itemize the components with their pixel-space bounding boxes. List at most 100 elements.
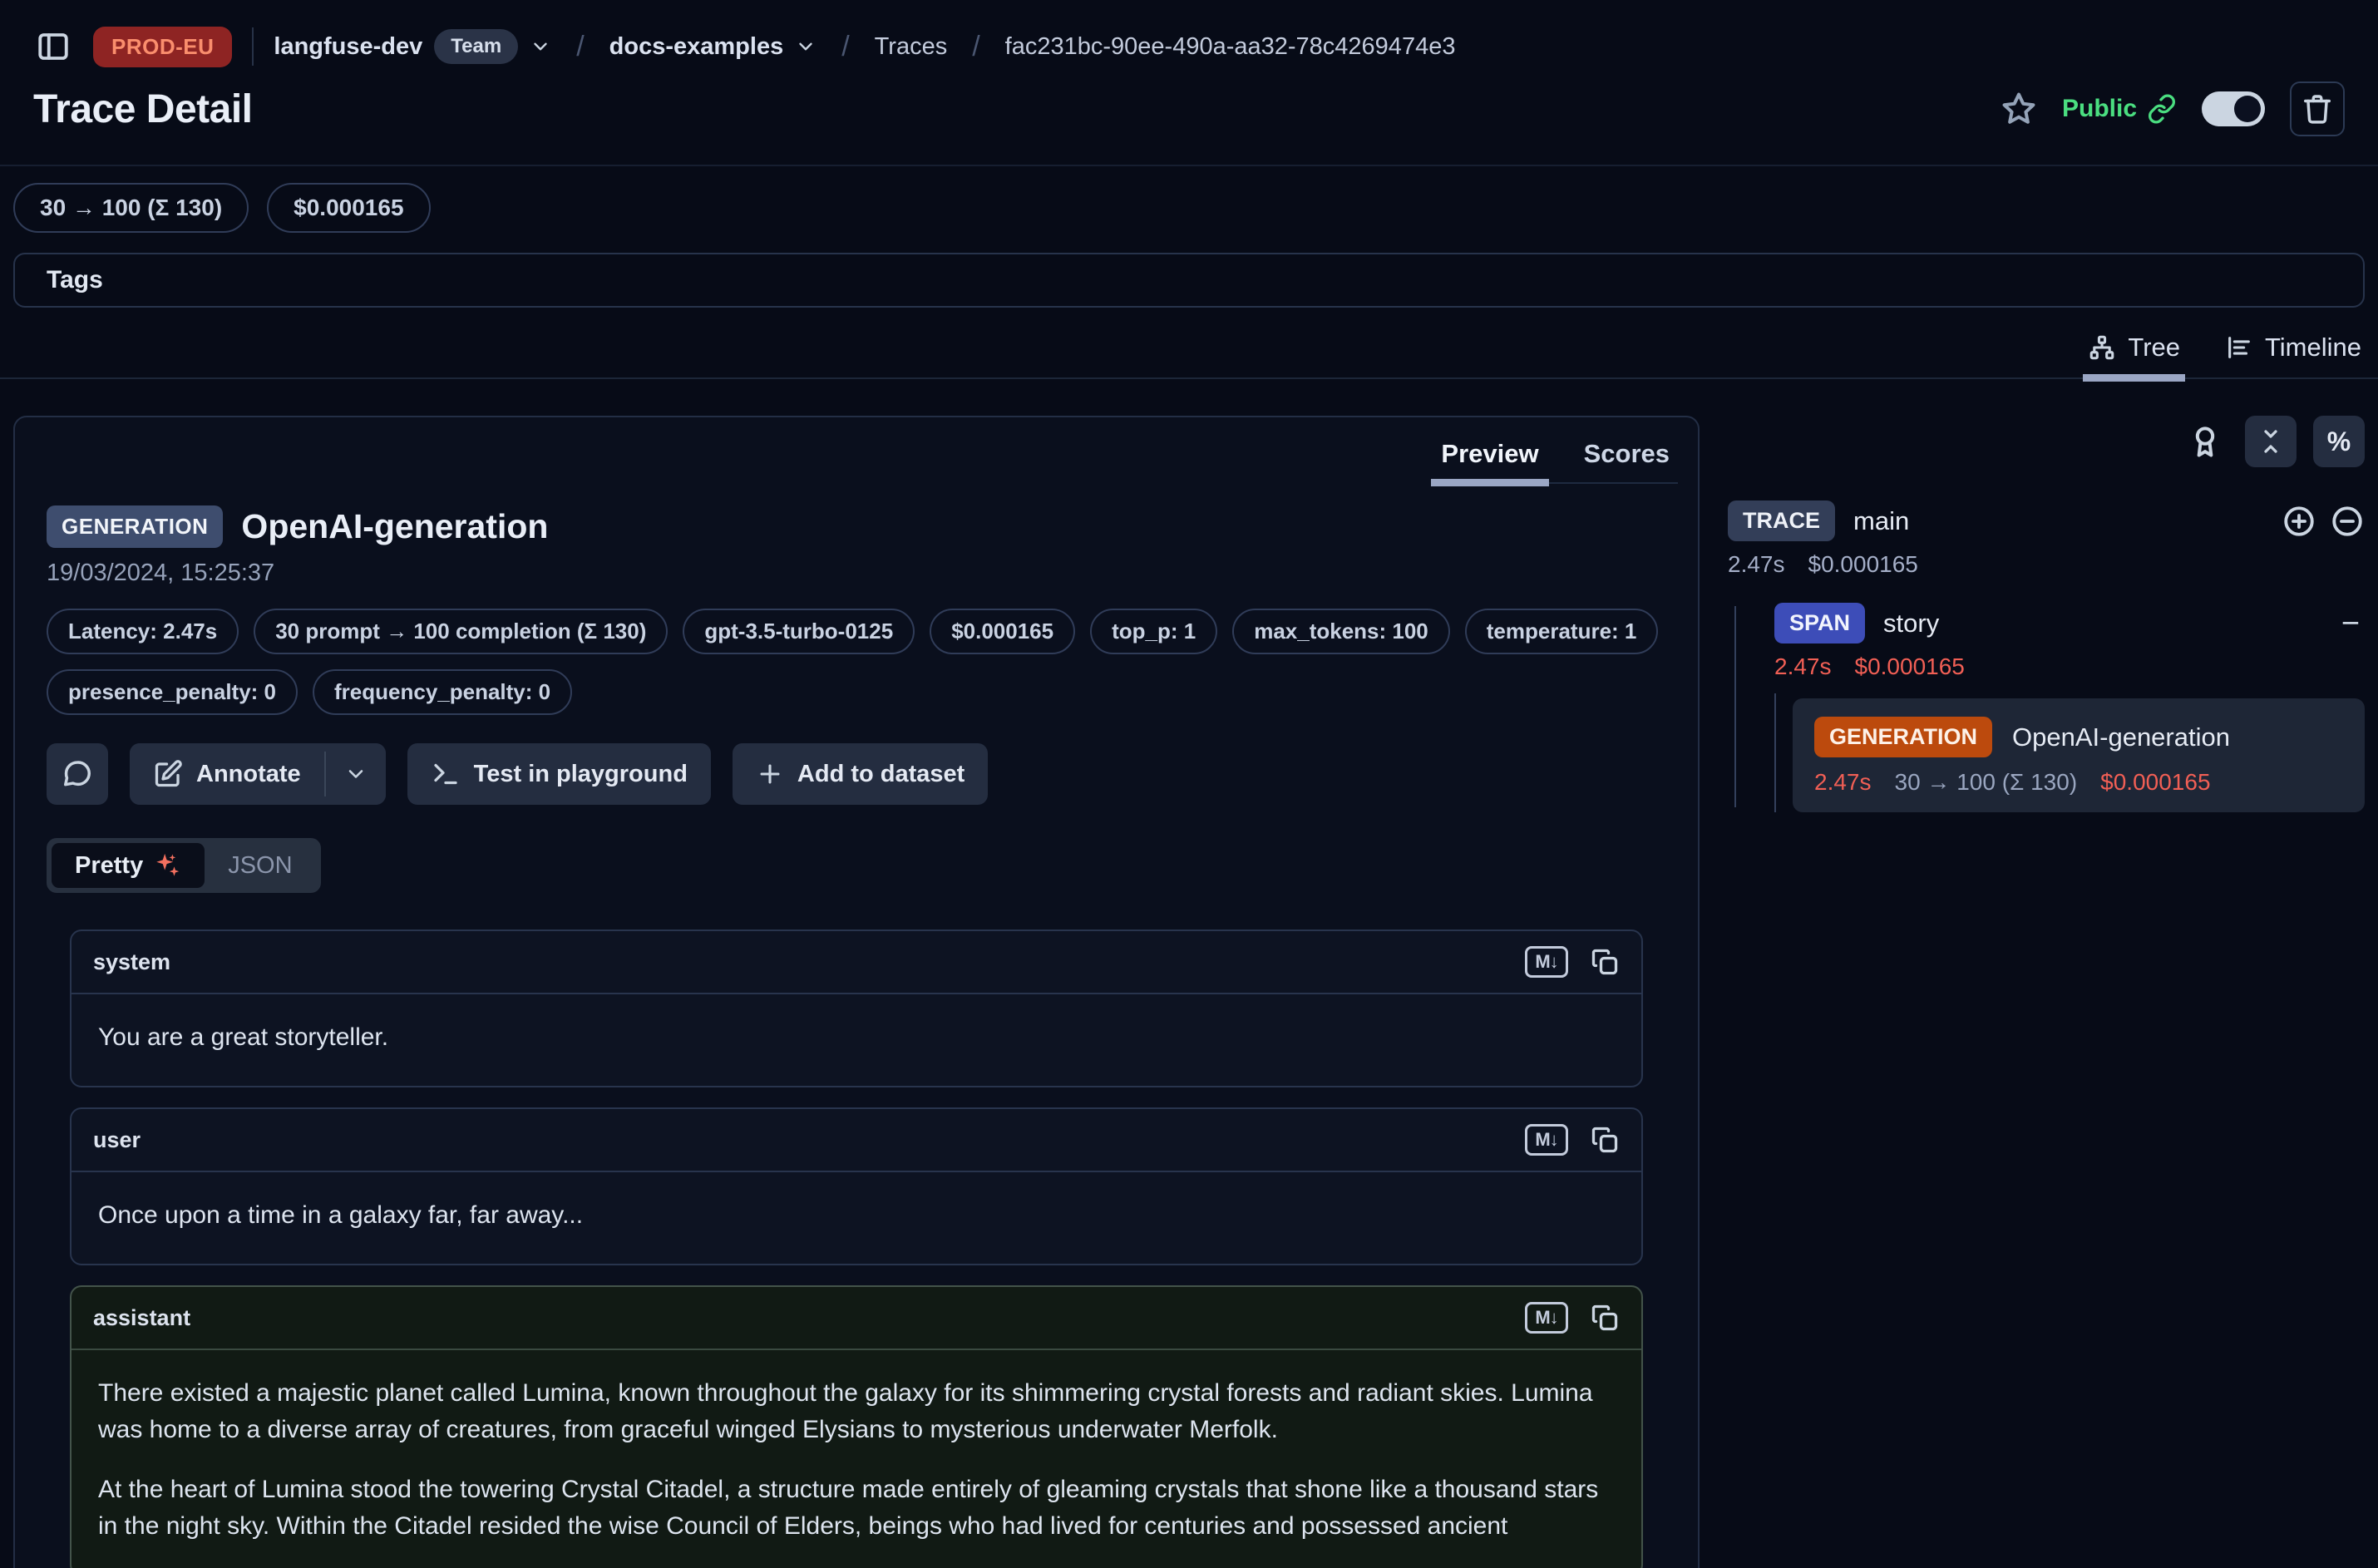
breadcrumb-separator: / [571, 31, 589, 63]
page-header: Trace Detail Public [0, 68, 2378, 166]
breadcrumb-trace-id: fac231bc-90ee-490a-aa32-78c4269474e3 [1005, 33, 1456, 61]
sidebar-toggle-button[interactable] [33, 27, 73, 67]
breadcrumb-separator: / [967, 31, 984, 63]
view-tabs: Tree Timeline [0, 308, 2378, 379]
tree-guide-line [1774, 693, 1776, 812]
top-p-badge: top_p: 1 [1090, 609, 1217, 654]
fold-vertical-icon [2256, 427, 2286, 456]
zoom-out-button[interactable] [2330, 504, 2365, 539]
link-icon [2147, 94, 2177, 124]
trace-tree-panel: % TRACE main 2.4 [1728, 416, 2365, 812]
generation-metrics: 2.47s 30 → 100 (Σ 130) $0.000165 [1814, 769, 2343, 796]
trace-summary: 30 → 100 (Σ 130) $0.000165 [0, 166, 2378, 233]
frequency-penalty-badge: frequency_penalty: 0 [313, 669, 572, 715]
annotate-button[interactable]: Annotate [130, 743, 324, 805]
chevron-down-icon[interactable] [530, 36, 551, 57]
copy-icon [1590, 1303, 1620, 1333]
observation-type-badge: GENERATION [47, 505, 223, 548]
observation-actions: Annotate Test in playground [47, 743, 1666, 805]
tab-timeline[interactable]: Timeline [2225, 333, 2361, 377]
chevron-down-icon[interactable] [795, 36, 817, 57]
tree-guide-line [1734, 606, 1736, 807]
annotate-split-button: Annotate [130, 743, 386, 805]
divider [252, 27, 254, 66]
message-user: user M↓ Once upon a time in a galaxy [70, 1107, 1643, 1265]
public-toggle[interactable] [2202, 91, 2265, 126]
tab-preview[interactable]: Preview [1438, 432, 1542, 482]
token-usage-badge: 30 prompt → 100 completion (Σ 130) [254, 609, 668, 654]
bookmark-star-button[interactable] [2001, 91, 2037, 127]
observation-timestamp: 19/03/2024, 15:25:37 [47, 560, 1666, 587]
page-title: Trace Detail [33, 86, 252, 132]
plus-circle-icon [2282, 504, 2316, 539]
message-content: You are a great storyteller. [98, 1019, 1615, 1056]
panel-tabs: Preview Scores [1433, 432, 1678, 484]
message-role-label: system [93, 949, 170, 975]
trash-icon [2302, 93, 2333, 125]
tree-node-trace[interactable]: TRACE main [1728, 500, 2365, 541]
span-name: story [1883, 609, 1939, 639]
format-toggle: Pretty JSON [47, 838, 321, 893]
copy-icon [1590, 947, 1620, 977]
copy-button[interactable] [1590, 1125, 1620, 1155]
temperature-badge: temperature: 1 [1465, 609, 1659, 654]
token-usage-badge: 30 → 100 (Σ 130) [13, 183, 249, 233]
copy-button[interactable] [1590, 1303, 1620, 1333]
scores-ribbon-button[interactable] [2187, 423, 2223, 460]
plus-icon [756, 760, 784, 788]
message-system: system M↓ You are a great storyteller [70, 929, 1643, 1087]
tab-scores[interactable]: Scores [1581, 432, 1673, 482]
test-in-playground-button[interactable]: Test in playground [407, 743, 711, 805]
trace-metrics: 2.47s $0.000165 [1728, 551, 2365, 578]
tags-container[interactable]: Tags [13, 253, 2365, 308]
annotate-edit-icon [153, 759, 183, 789]
tree-node-generation-selected[interactable]: GENERATION OpenAI-generation 2.47s 30 → … [1793, 698, 2365, 812]
message-assistant: assistant M↓ There exist [70, 1285, 1643, 1568]
zoom-in-button[interactable] [2282, 504, 2316, 539]
breadcrumb-separator: / [836, 31, 854, 63]
tags-label: Tags [47, 266, 103, 293]
model-badge: gpt-3.5-turbo-0125 [683, 609, 915, 654]
copy-button[interactable] [1590, 947, 1620, 977]
breadcrumb-traces-link[interactable]: Traces [875, 33, 948, 61]
panel-left-icon [36, 29, 71, 64]
public-share-link[interactable]: Public [2062, 94, 2177, 124]
breadcrumb-project[interactable]: docs-examples [609, 33, 817, 61]
breadcrumb-org[interactable]: langfuse-dev Team [274, 29, 551, 64]
toggle-knob [2234, 96, 2261, 122]
breadcrumb: PROD-EU langfuse-dev Team / docs-example… [0, 0, 2378, 68]
delete-trace-button[interactable] [2290, 81, 2345, 136]
comment-icon [62, 758, 93, 790]
format-json-segment[interactable]: JSON [205, 844, 315, 888]
markdown-toggle-icon[interactable]: M↓ [1525, 1302, 1568, 1334]
annotate-dropdown-button[interactable] [326, 743, 386, 805]
collapse-all-button[interactable] [2245, 416, 2297, 467]
message-role-label: user [93, 1127, 141, 1153]
generation-latency: 2.47s [1814, 769, 1872, 796]
message-content: Once upon a time in a galaxy far, far aw… [98, 1197, 1615, 1234]
span-type-badge: SPAN [1774, 603, 1865, 643]
markdown-toggle-icon[interactable]: M↓ [1525, 946, 1568, 978]
tab-tree[interactable]: Tree [2088, 333, 2180, 377]
total-cost-badge: $0.000165 [267, 183, 430, 233]
star-icon [2001, 91, 2037, 127]
collapse-node-button[interactable]: − [2341, 608, 2365, 639]
show-metrics-button[interactable]: % [2313, 416, 2365, 467]
add-to-dataset-button[interactable]: Add to dataset [733, 743, 988, 805]
format-pretty-segment[interactable]: Pretty [52, 843, 205, 888]
tree-node-span[interactable]: SPAN story − [1774, 603, 2365, 643]
tree-toolbar: % [1728, 416, 2365, 467]
observation-title: OpenAI-generation [241, 507, 548, 546]
latency-badge: Latency: 2.47s [47, 609, 239, 654]
message-content: At the heart of Lumina stood the towerin… [98, 1472, 1615, 1545]
comment-button[interactable] [47, 743, 108, 805]
timeline-icon [2225, 333, 2253, 362]
presence-penalty-badge: presence_penalty: 0 [47, 669, 298, 715]
span-cost: $0.000165 [1855, 653, 1965, 680]
award-ribbon-icon [2187, 423, 2223, 460]
markdown-toggle-icon[interactable]: M↓ [1525, 1124, 1568, 1156]
message-role-label: assistant [93, 1305, 190, 1331]
percent-icon: % [2327, 427, 2351, 457]
observation-meta-badges: Latency: 2.47s 30 prompt → 100 completio… [47, 609, 1666, 715]
generation-tokens: 30 → 100 (Σ 130) [1895, 769, 2078, 796]
